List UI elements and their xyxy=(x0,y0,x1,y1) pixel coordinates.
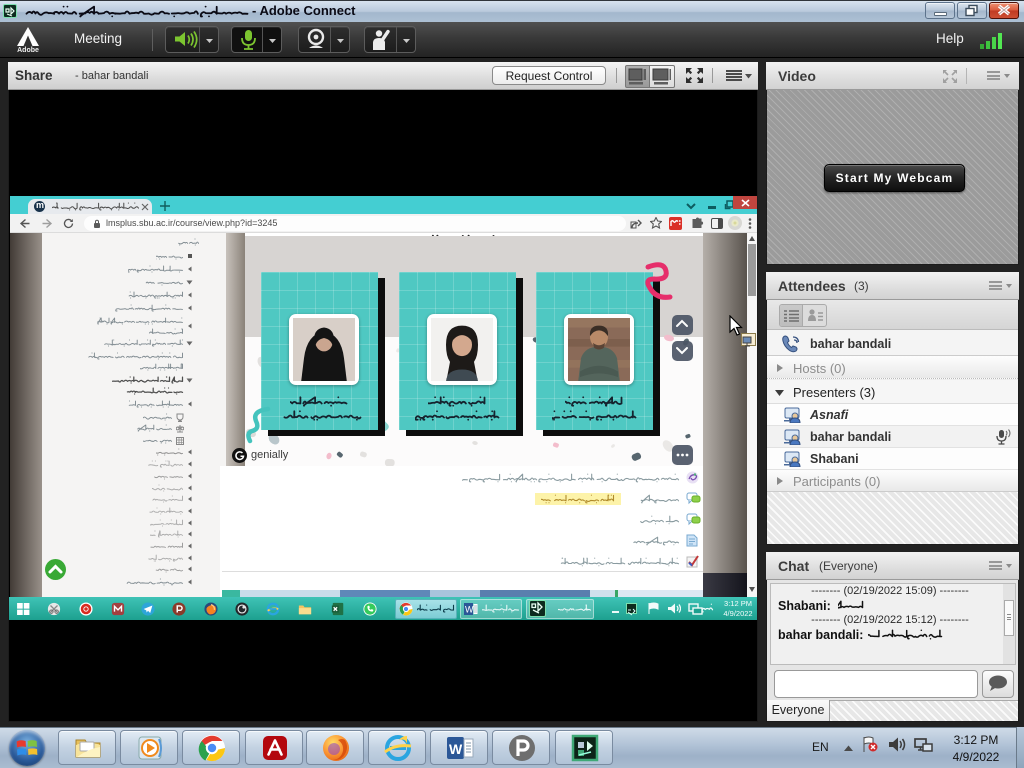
svg-text:W: W xyxy=(465,605,474,615)
svg-text:W: W xyxy=(449,741,463,757)
